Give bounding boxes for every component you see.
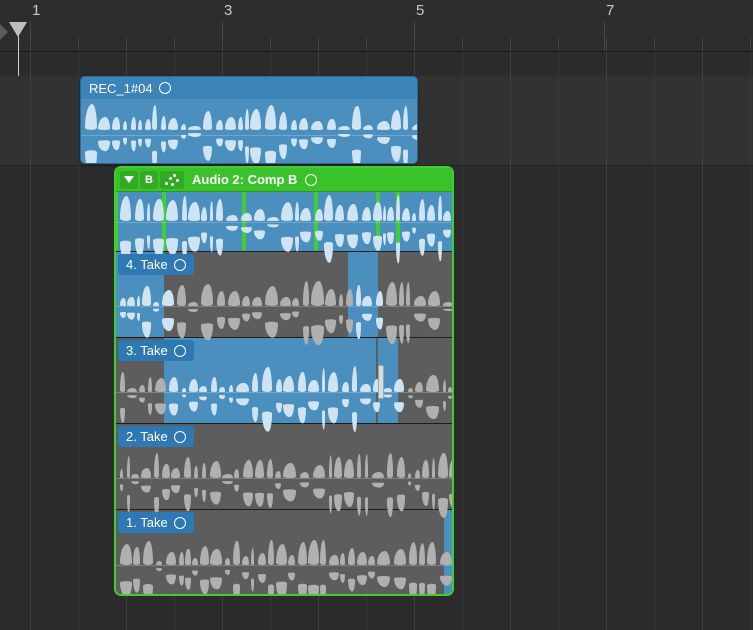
grid-line [510,52,511,630]
comp-select-button[interactable]: B [140,171,158,189]
beat-tick [510,38,511,51]
grid-line [78,52,79,630]
beat-tick [750,38,751,51]
disclosure-button[interactable] [120,171,138,189]
flex-button[interactable] [160,171,184,189]
take-folder[interactable]: B Audio 2: Comp B 4. Take 3. Take 2. Take 1… [114,166,454,596]
loop-icon [174,259,186,271]
grid-line [750,52,751,630]
beat-tick [654,38,655,51]
take-label-chip[interactable]: 2. Take [118,426,194,447]
loop-icon [159,82,171,94]
audio-region-rec1[interactable]: REC_1#04 [80,76,418,164]
bar-number: 7 [606,2,614,19]
playhead-wing [0,22,8,42]
beat-tick [702,38,703,51]
beat-tick [558,38,559,51]
beat-tick [174,38,175,51]
loop-icon [174,345,186,357]
beat-tick [462,38,463,51]
playhead-marker[interactable] [9,22,27,37]
grid-line [462,52,463,630]
beat-tick [222,38,223,51]
region-title-bar[interactable]: REC_1#04 [81,77,417,99]
bar-number: 1 [32,2,40,19]
region-waveform-area[interactable] [81,99,417,163]
beat-tick [318,38,319,51]
grid-line [606,52,607,630]
beat-tick [270,38,271,51]
take-row[interactable]: 4. Take [116,252,452,338]
take-row[interactable]: 2. Take [116,424,452,510]
take-row[interactable]: 1. Take [116,510,452,596]
take-label: 3. Take [126,343,168,358]
take-label: 1. Take [126,515,168,530]
beat-tick [366,38,367,51]
comp-row[interactable] [116,192,452,252]
bar-tick [604,22,605,51]
loop-icon [305,174,317,186]
beat-tick [78,38,79,51]
bar-number: 5 [416,2,424,19]
flex-icon [164,173,180,187]
take-label: 4. Take [126,257,168,272]
timeline-ruler[interactable]: 1 3 5 7 [0,0,753,52]
beat-tick [126,38,127,51]
grid-line [702,52,703,630]
take-label: 2. Take [126,429,168,444]
take-folder-title: Audio 2: Comp B [186,172,303,187]
take-label-chip[interactable]: 4. Take [118,254,194,275]
grid-line [558,52,559,630]
beat-tick [30,38,31,51]
take-row[interactable]: 3. Take [116,338,452,424]
edit-caret[interactable] [378,365,384,399]
take-label-chip[interactable]: 3. Take [118,340,194,361]
beat-tick [414,38,415,51]
take-label-chip[interactable]: 1. Take [118,512,194,533]
region-name-label: REC_1#04 [89,81,153,96]
grid-line [30,52,31,630]
loop-icon [174,517,186,529]
loop-icon [174,431,186,443]
beat-tick [606,38,607,51]
chevron-down-icon [124,176,134,183]
take-folder-header[interactable]: B Audio 2: Comp B [116,168,452,192]
bar-number: 3 [224,2,232,19]
grid-line [654,52,655,630]
